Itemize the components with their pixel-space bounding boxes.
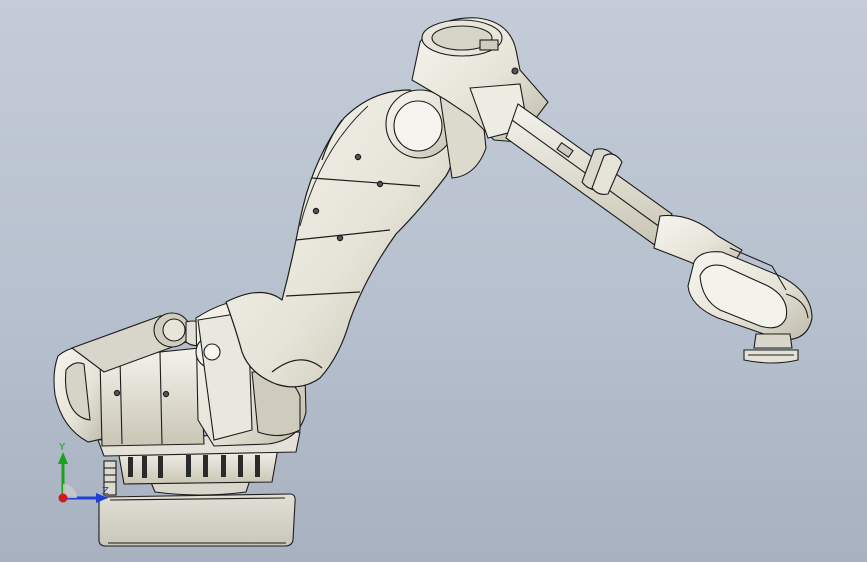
wrist-assembly [653, 214, 813, 341]
coordinate-triad: Y Z [58, 442, 109, 503]
forearm-tube [505, 103, 673, 247]
x-axis-dot [58, 493, 68, 503]
y-axis-arrowhead [58, 452, 68, 464]
cad-graphics-viewport[interactable]: Y Z [0, 0, 867, 562]
y-axis-label: Y [58, 442, 66, 453]
robot-arm-model[interactable] [0, 0, 867, 562]
z-axis-label: Z [102, 486, 109, 497]
tool-flange [743, 333, 799, 364]
